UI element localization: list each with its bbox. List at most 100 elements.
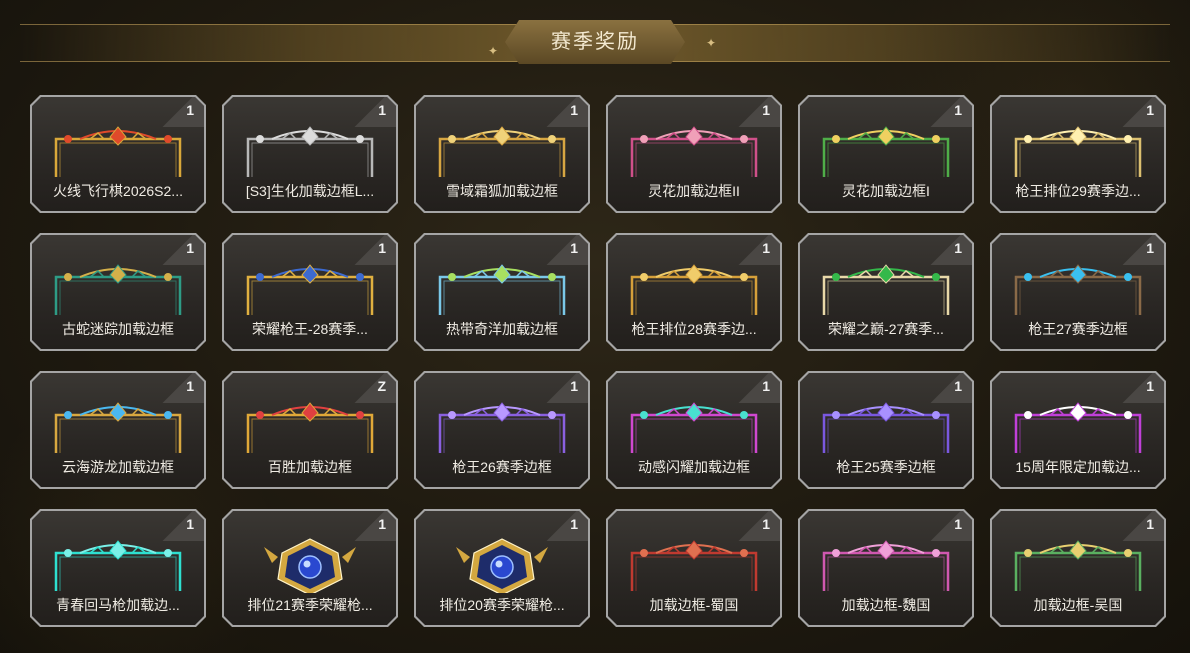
reward-card[interactable]: 1 加载边框-蜀国: [606, 509, 782, 627]
reward-card[interactable]: 1 加载边框-魏国: [798, 509, 974, 627]
header: 赛季奖励 ✦ ✦: [0, 14, 1190, 70]
card-background: 1 枪王排位29赛季边...: [992, 97, 1164, 211]
count-value: 1: [186, 378, 194, 394]
card-background: 1 [S3]生化加载边框L...: [224, 97, 396, 211]
reward-grid: 1 火线飞行棋2026S2... 1 [S3]生化加载边框L... 1 雪域霜狐加载边框 1…: [30, 95, 1166, 627]
reward-card[interactable]: 1 排位20赛季荣耀枪...: [414, 509, 590, 627]
reward-card[interactable]: 1 青春回马枪加载边...: [30, 509, 206, 627]
count-value: 1: [186, 516, 194, 532]
reward-card[interactable]: 1 荣耀之巅-27赛季...: [798, 233, 974, 351]
reward-card[interactable]: 1 枪王27赛季边框: [990, 233, 1166, 351]
card-background: 1 火线飞行棋2026S2...: [32, 97, 204, 211]
reward-card[interactable]: 1 枪王排位28赛季边...: [606, 233, 782, 351]
reward-card[interactable]: 1 古蛇迷踪加载边框: [30, 233, 206, 351]
reward-card[interactable]: 1 火线飞行棋2026S2...: [30, 95, 206, 213]
reward-label: 加载边框-蜀国: [649, 597, 739, 613]
reward-label: 15周年限定加载边...: [1015, 459, 1141, 475]
rank-emblem-icon: [456, 538, 548, 593]
card-background: 1 雪域霜狐加载边框: [416, 97, 588, 211]
reward-label: 灵花加载边框I: [842, 183, 930, 199]
card-background: 1 15周年限定加载边...: [992, 373, 1164, 487]
count-badge: Z: [350, 373, 396, 403]
count-value: 1: [762, 240, 770, 256]
reward-label: 古蛇迷踪加载边框: [62, 321, 174, 337]
count-value: 1: [1146, 516, 1154, 532]
card-background: 1 热带奇洋加载边框: [416, 235, 588, 349]
gold-blue-crown-frame-icon: [246, 264, 374, 315]
card-background: 1 加载边框-魏国: [800, 511, 972, 625]
count-value: 1: [1146, 378, 1154, 394]
count-value: 1: [762, 102, 770, 118]
gold-fox-frame-icon: [438, 126, 566, 177]
count-badge: 1: [734, 235, 780, 265]
gold-wing-frame-icon: [54, 126, 182, 177]
count-badge: 1: [926, 373, 972, 403]
count-value: 1: [954, 240, 962, 256]
card-background: 1 加载边框-蜀国: [608, 511, 780, 625]
reward-label: 火线飞行棋2026S2...: [53, 183, 183, 199]
card-background: 1 荣耀枪王-28赛季...: [224, 235, 396, 349]
reward-label: 百胜加载边框: [268, 459, 352, 475]
count-badge: 1: [926, 235, 972, 265]
count-badge: 1: [158, 235, 204, 265]
count-badge: 1: [734, 97, 780, 127]
count-value: 1: [1146, 102, 1154, 118]
reward-card[interactable]: 1 灵花加载边框I: [798, 95, 974, 213]
reward-card[interactable]: 1 灵花加载边框II: [606, 95, 782, 213]
violet-frame-icon: [822, 402, 950, 453]
reward-card[interactable]: 1 雪域霜狐加载边框: [414, 95, 590, 213]
constellation-frame-icon: [1014, 264, 1142, 315]
card-background: 1 荣耀之巅-27赛季...: [800, 235, 972, 349]
count-value: 1: [954, 516, 962, 532]
count-badge: 1: [158, 373, 204, 403]
card-background: 1 云海游龙加载边框: [32, 373, 204, 487]
anniversary-frame-icon: [1014, 402, 1142, 453]
count-badge: 1: [734, 511, 780, 541]
rank-emblem-icon: [264, 538, 356, 593]
reward-label: 排位20赛季荣耀枪...: [439, 597, 565, 613]
reward-label: 云海游龙加载边框: [62, 459, 174, 475]
reward-label: 动感闪耀加载边框: [638, 459, 750, 475]
count-badge: 1: [926, 97, 972, 127]
card-background: 1 枪王排位28赛季边...: [608, 235, 780, 349]
reward-card[interactable]: 1 荣耀枪王-28赛季...: [222, 233, 398, 351]
reward-card[interactable]: 1 加载边框-吴国: [990, 509, 1166, 627]
count-value: 1: [378, 102, 386, 118]
tropical-wave-frame-icon: [438, 264, 566, 315]
serpent-frame-icon: [54, 264, 182, 315]
reward-card[interactable]: 1 15周年限定加载边...: [990, 371, 1166, 489]
count-badge: 1: [158, 511, 204, 541]
cloud-dragon-frame-icon: [54, 402, 182, 453]
green-flower-frame-icon: [822, 126, 950, 177]
reward-card[interactable]: 1 枪王26赛季边框: [414, 371, 590, 489]
count-badge: 1: [926, 511, 972, 541]
count-value: 1: [954, 378, 962, 394]
cyan-tech-frame-icon: [54, 540, 182, 591]
reward-card[interactable]: 1 枪王25赛季边框: [798, 371, 974, 489]
reward-label: 灵花加载边框II: [648, 183, 740, 199]
reward-card[interactable]: 1 枪王排位29赛季边...: [990, 95, 1166, 213]
reward-label: 青春回马枪加载边...: [56, 597, 180, 613]
reward-card[interactable]: 1 排位21赛季荣耀枪...: [222, 509, 398, 627]
reward-card[interactable]: 1 云海游龙加载边框: [30, 371, 206, 489]
gold-frame-icon: [630, 264, 758, 315]
count-badge: 1: [1118, 235, 1164, 265]
count-value: Z: [377, 378, 386, 394]
reward-label: 热带奇洋加载边框: [446, 321, 558, 337]
count-value: 1: [954, 102, 962, 118]
card-background: 1 青春回马枪加载边...: [32, 511, 204, 625]
card-background: 1 枪王25赛季边框: [800, 373, 972, 487]
count-value: 1: [186, 240, 194, 256]
reward-label: 加载边框-魏国: [841, 597, 931, 613]
reward-card[interactable]: Z 百胜加载边框: [222, 371, 398, 489]
reward-label: 荣耀之巅-27赛季...: [828, 321, 944, 337]
count-badge: 1: [542, 373, 588, 403]
count-value: 1: [570, 102, 578, 118]
reward-card[interactable]: 1 动感闪耀加载边框: [606, 371, 782, 489]
reward-label: 枪王25赛季边框: [836, 459, 936, 475]
count-badge: 1: [350, 511, 396, 541]
reward-card[interactable]: 1 [S3]生化加载边框L...: [222, 95, 398, 213]
card-background: 1 灵花加载边框II: [608, 97, 780, 211]
reward-card[interactable]: 1 热带奇洋加载边框: [414, 233, 590, 351]
card-background: 1 枪王27赛季边框: [992, 235, 1164, 349]
